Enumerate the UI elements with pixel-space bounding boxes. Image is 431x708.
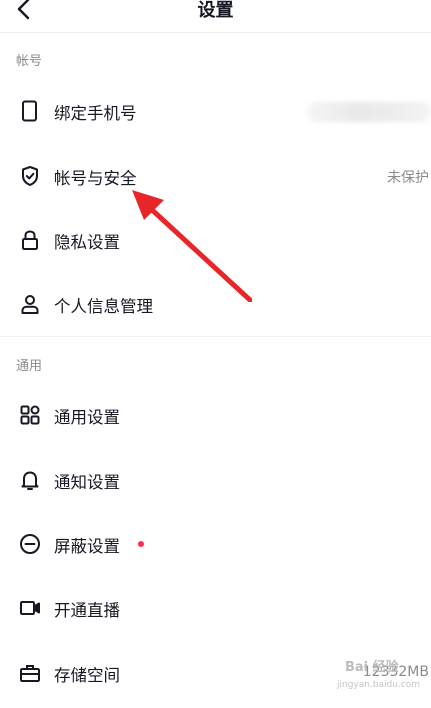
settings-item-label: 通用设置 bbox=[54, 408, 120, 427]
phone-icon bbox=[18, 99, 42, 123]
new-badge-dot bbox=[138, 541, 144, 547]
settings-item-label: 通知设置 bbox=[54, 473, 120, 492]
settings-item-label: 帐号与安全 bbox=[54, 169, 137, 188]
video-camera-icon bbox=[18, 596, 42, 620]
baidu-jingyan-watermark: Bai 经验 jingyan.baidu.com bbox=[323, 650, 427, 700]
section-label-account: 帐号 bbox=[16, 54, 43, 69]
top-nav-bar: 设置 bbox=[0, 0, 431, 33]
security-status-value: 未保护 bbox=[387, 170, 429, 186]
settings-item-label: 屏蔽设置 bbox=[54, 537, 120, 556]
settings-item-label: 隐私设置 bbox=[54, 233, 120, 252]
bell-icon bbox=[18, 468, 42, 492]
settings-item-label: 绑定手机号 bbox=[54, 104, 137, 123]
page-title: 设置 bbox=[197, 0, 234, 21]
settings-item-label: 存储空间 bbox=[54, 666, 120, 685]
toolbox-icon bbox=[18, 661, 42, 685]
settings-item-live[interactable]: 开通直播 bbox=[0, 585, 431, 631]
minus-circle-icon bbox=[18, 532, 42, 556]
settings-item-general[interactable]: 通用设置 bbox=[0, 392, 431, 438]
phone-number-value bbox=[307, 102, 431, 122]
settings-item-block[interactable]: 屏蔽设置 bbox=[0, 521, 431, 567]
section-label-general: 通用 bbox=[16, 359, 43, 374]
lock-icon bbox=[18, 228, 42, 252]
watermark-logo-text: Bai 经验 bbox=[345, 660, 399, 675]
settings-item-label: 开通直播 bbox=[54, 601, 120, 620]
person-icon bbox=[18, 292, 42, 316]
settings-item-notifications[interactable]: 通知设置 bbox=[0, 457, 431, 503]
grid-icon bbox=[18, 403, 42, 427]
shield-check-icon bbox=[18, 164, 42, 188]
annotation-arrow-icon bbox=[132, 190, 252, 302]
watermark-url: jingyan.baidu.com bbox=[337, 680, 421, 690]
settings-item-bind-phone[interactable]: 绑定手机号 bbox=[0, 88, 431, 134]
section-divider bbox=[0, 336, 431, 337]
